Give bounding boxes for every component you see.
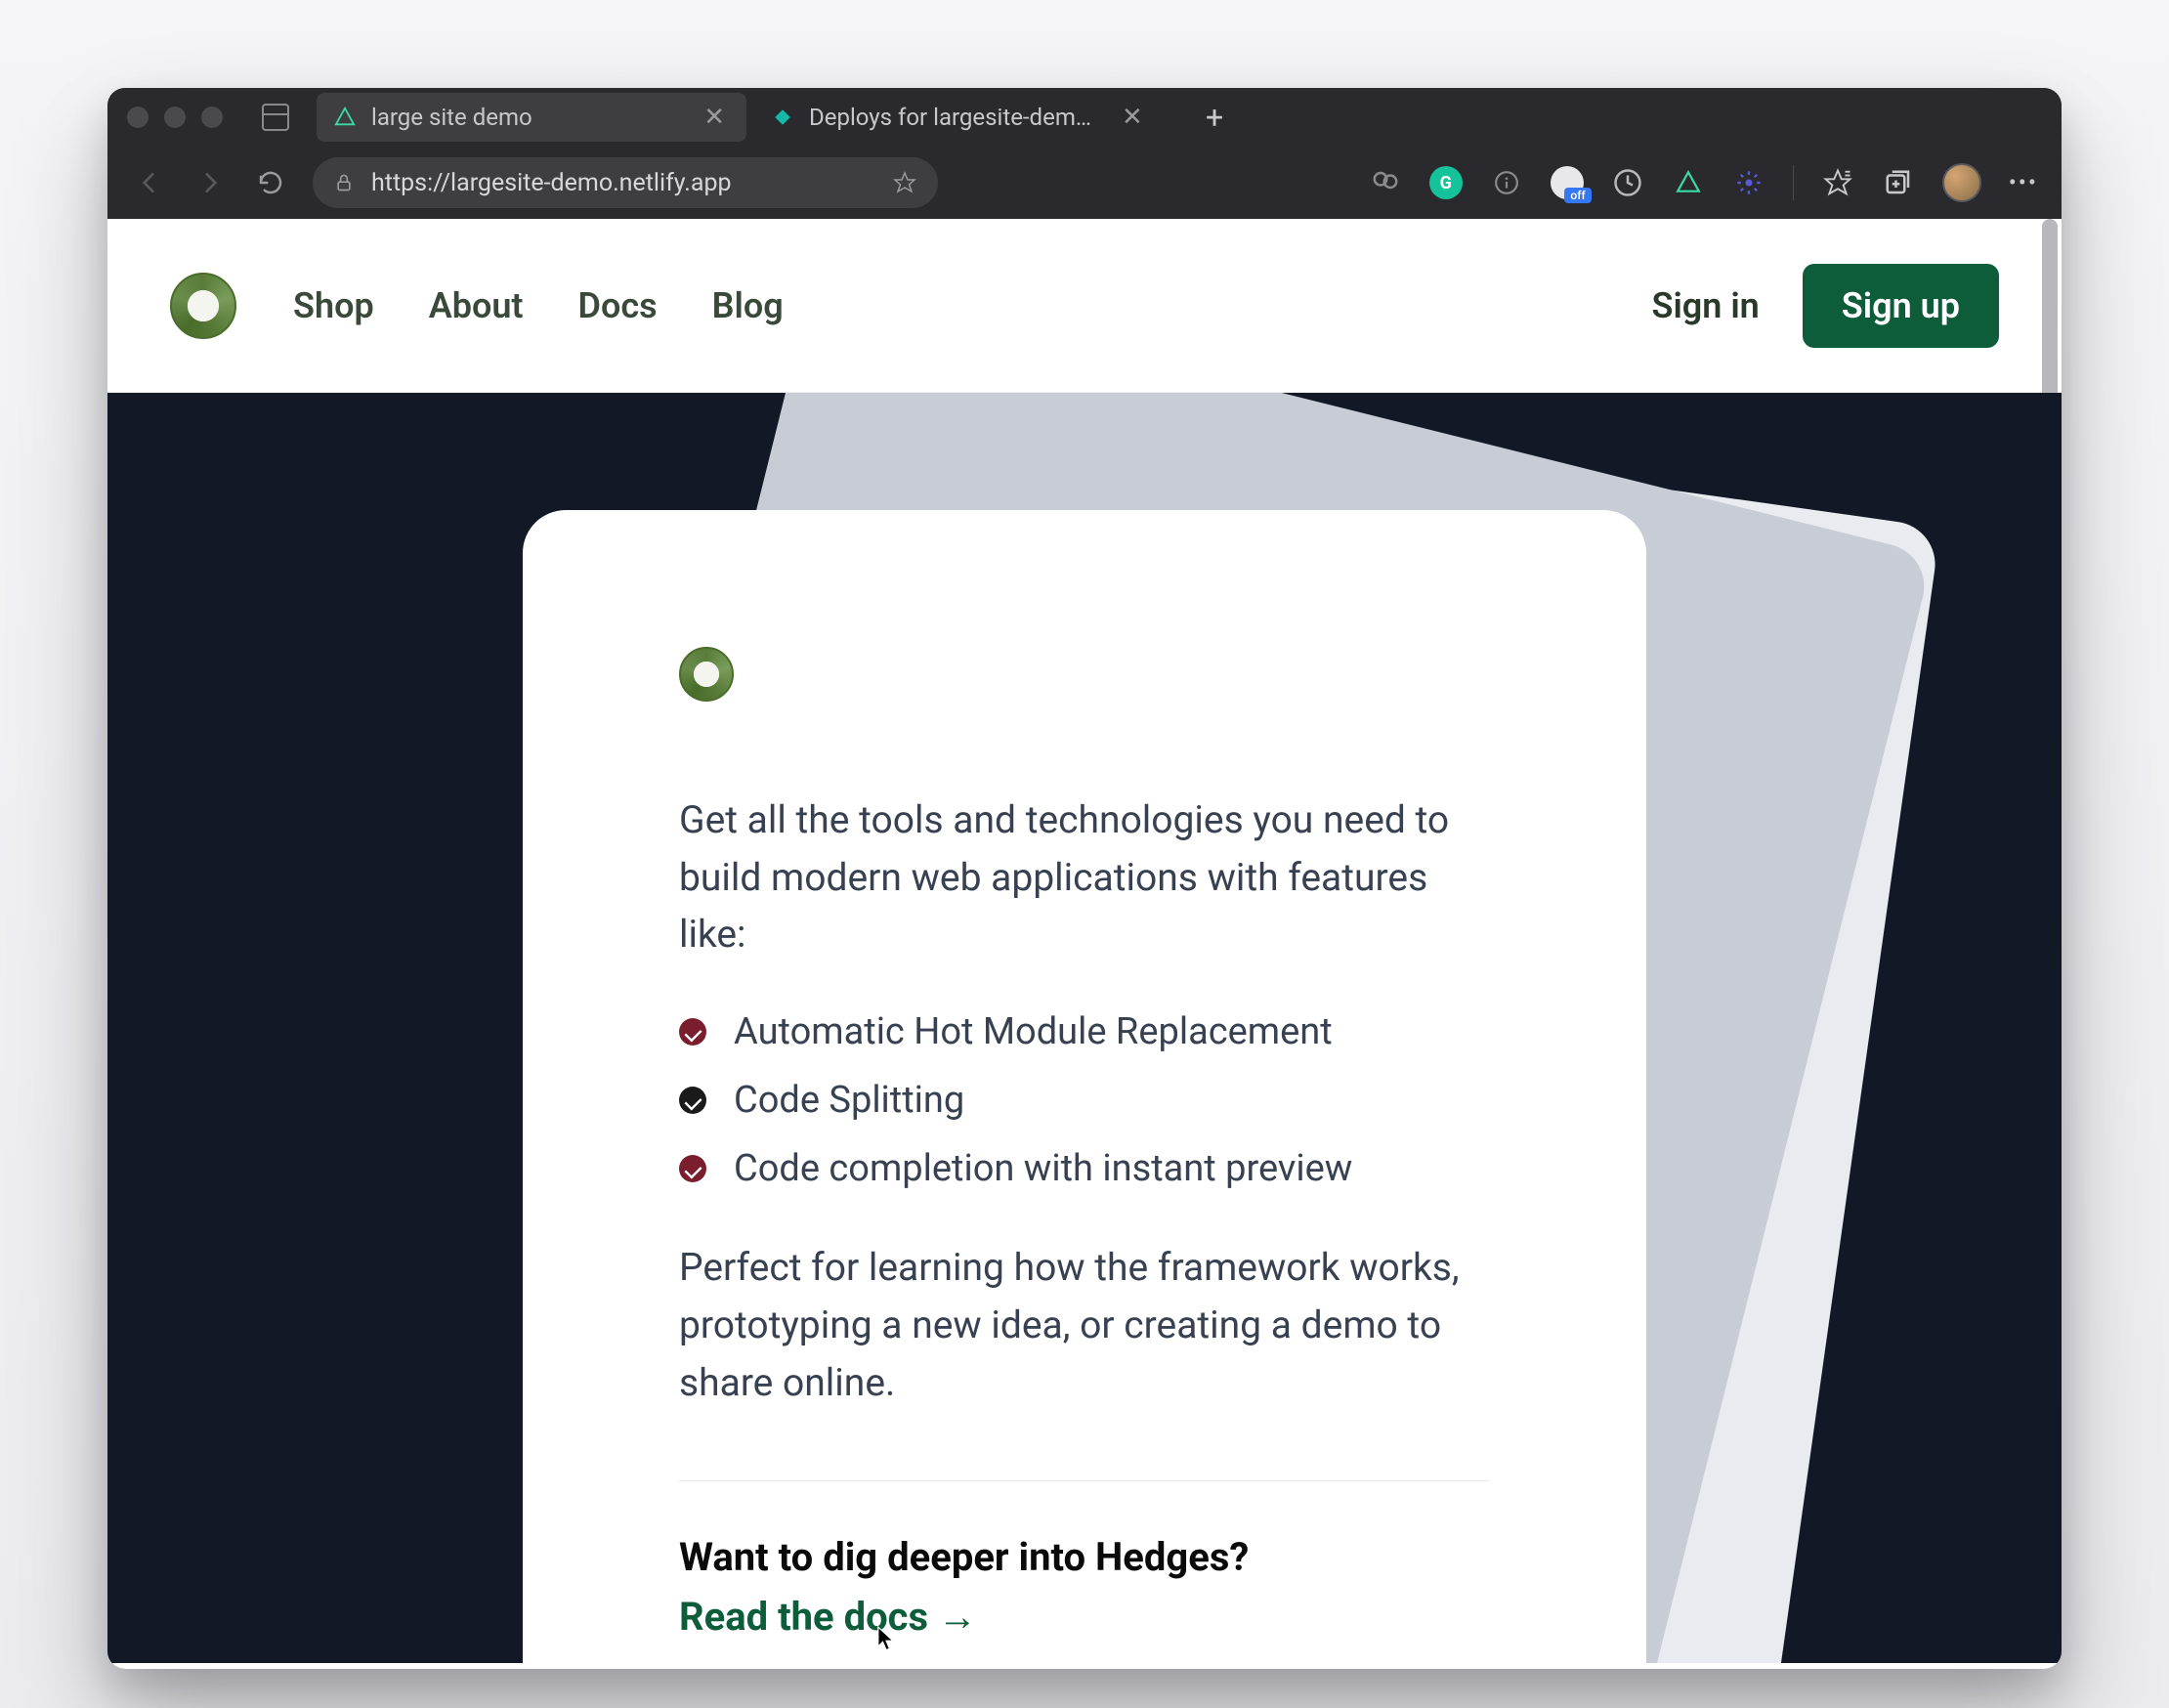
favorites-button[interactable]: [1821, 166, 1854, 199]
hero-description: Perfect for learning how the framework w…: [679, 1239, 1490, 1413]
browser-tab[interactable]: large site demo ✕: [317, 93, 746, 142]
browser-tab[interactable]: Deploys for largesite-demo | N ✕: [754, 93, 1184, 142]
extension-badge: off: [1564, 188, 1591, 203]
new-tab-button[interactable]: +: [1192, 99, 1237, 136]
hero-section: Get all the tools and technologies you n…: [107, 393, 2062, 1663]
check-icon: [679, 1087, 706, 1114]
sidebar-toggle-icon[interactable]: [262, 104, 289, 131]
extension-icon[interactable]: [1490, 166, 1523, 199]
signin-link[interactable]: Sign in: [1651, 285, 1759, 326]
feature-list: Automatic Hot Module Replacement Code Sp…: [679, 1010, 1490, 1190]
close-window-button[interactable]: [127, 107, 149, 128]
tab-favicon: [334, 107, 356, 128]
extension-icon[interactable]: [1672, 166, 1705, 199]
traffic-lights: [121, 107, 234, 128]
signup-button[interactable]: Sign up: [1803, 264, 1999, 348]
hero-card: Get all the tools and technologies you n…: [523, 510, 1646, 1663]
extension-icon[interactable]: [1732, 166, 1765, 199]
card-logo-icon: [679, 647, 734, 702]
cta-heading: Want to dig deeper into Hedges?: [679, 1534, 1490, 1580]
url-text: https://largesite-demo.netlify.app: [371, 169, 875, 197]
feature-item: Automatic Hot Module Replacement: [679, 1010, 1490, 1053]
extension-icon[interactable]: [1369, 166, 1402, 199]
read-docs-link[interactable]: Read the docs →: [679, 1594, 977, 1640]
minimize-window-button[interactable]: [164, 107, 186, 128]
tab-close-button[interactable]: ✕: [1118, 103, 1147, 132]
lock-icon: [334, 173, 354, 192]
nav-link-docs[interactable]: Docs: [578, 285, 658, 326]
feature-text: Code completion with instant preview: [734, 1147, 1352, 1190]
divider: [1793, 165, 1794, 200]
extension-icon[interactable]: [1611, 166, 1644, 199]
site-logo[interactable]: [170, 273, 236, 339]
star-icon[interactable]: [893, 171, 916, 194]
nav-link-about[interactable]: About: [429, 285, 524, 326]
check-icon: [679, 1018, 706, 1046]
tab-title: Deploys for largesite-demo | N: [809, 104, 1102, 131]
browser-window: large site demo ✕ Deploys for largesite-…: [107, 88, 2062, 1669]
collections-button[interactable]: [1882, 166, 1915, 199]
header-right: Sign in Sign up: [1651, 264, 1999, 348]
tab-title: large site demo: [371, 104, 684, 131]
divider: [679, 1480, 1490, 1481]
maximize-window-button[interactable]: [201, 107, 223, 128]
content-viewport: Shop About Docs Blog Sign in Sign up: [107, 219, 2062, 1669]
nav-link-shop[interactable]: Shop: [293, 285, 374, 326]
page-content: Shop About Docs Blog Sign in Sign up: [107, 219, 2062, 1669]
feature-item: Code Splitting: [679, 1079, 1490, 1122]
extension-icon[interactable]: G: [1429, 166, 1463, 199]
site-nav: Shop About Docs Blog: [293, 285, 784, 326]
site-header: Shop About Docs Blog Sign in Sign up: [107, 219, 2062, 393]
nav-link-blog[interactable]: Blog: [712, 285, 784, 326]
url-box[interactable]: https://largesite-demo.netlify.app: [313, 157, 938, 208]
feature-item: Code completion with instant preview: [679, 1147, 1490, 1190]
address-bar: https://largesite-demo.netlify.app G off…: [107, 147, 2062, 219]
extension-icons: G off •••: [1369, 163, 2038, 202]
feature-text: Automatic Hot Module Replacement: [734, 1010, 1333, 1053]
tab-favicon: [772, 107, 793, 128]
feature-text: Code Splitting: [734, 1079, 964, 1122]
extension-icon[interactable]: off: [1551, 166, 1584, 199]
more-button[interactable]: •••: [2009, 169, 2038, 196]
forward-button[interactable]: [191, 164, 229, 201]
tab-bar: large site demo ✕ Deploys for largesite-…: [107, 88, 2062, 147]
check-icon: [679, 1155, 706, 1182]
logo-icon: [170, 273, 236, 339]
profile-avatar[interactable]: [1942, 163, 1981, 202]
reload-button[interactable]: [252, 164, 289, 201]
tab-close-button[interactable]: ✕: [700, 103, 729, 132]
hero-intro: Get all the tools and technologies you n…: [679, 791, 1490, 963]
back-button[interactable]: [131, 164, 168, 201]
